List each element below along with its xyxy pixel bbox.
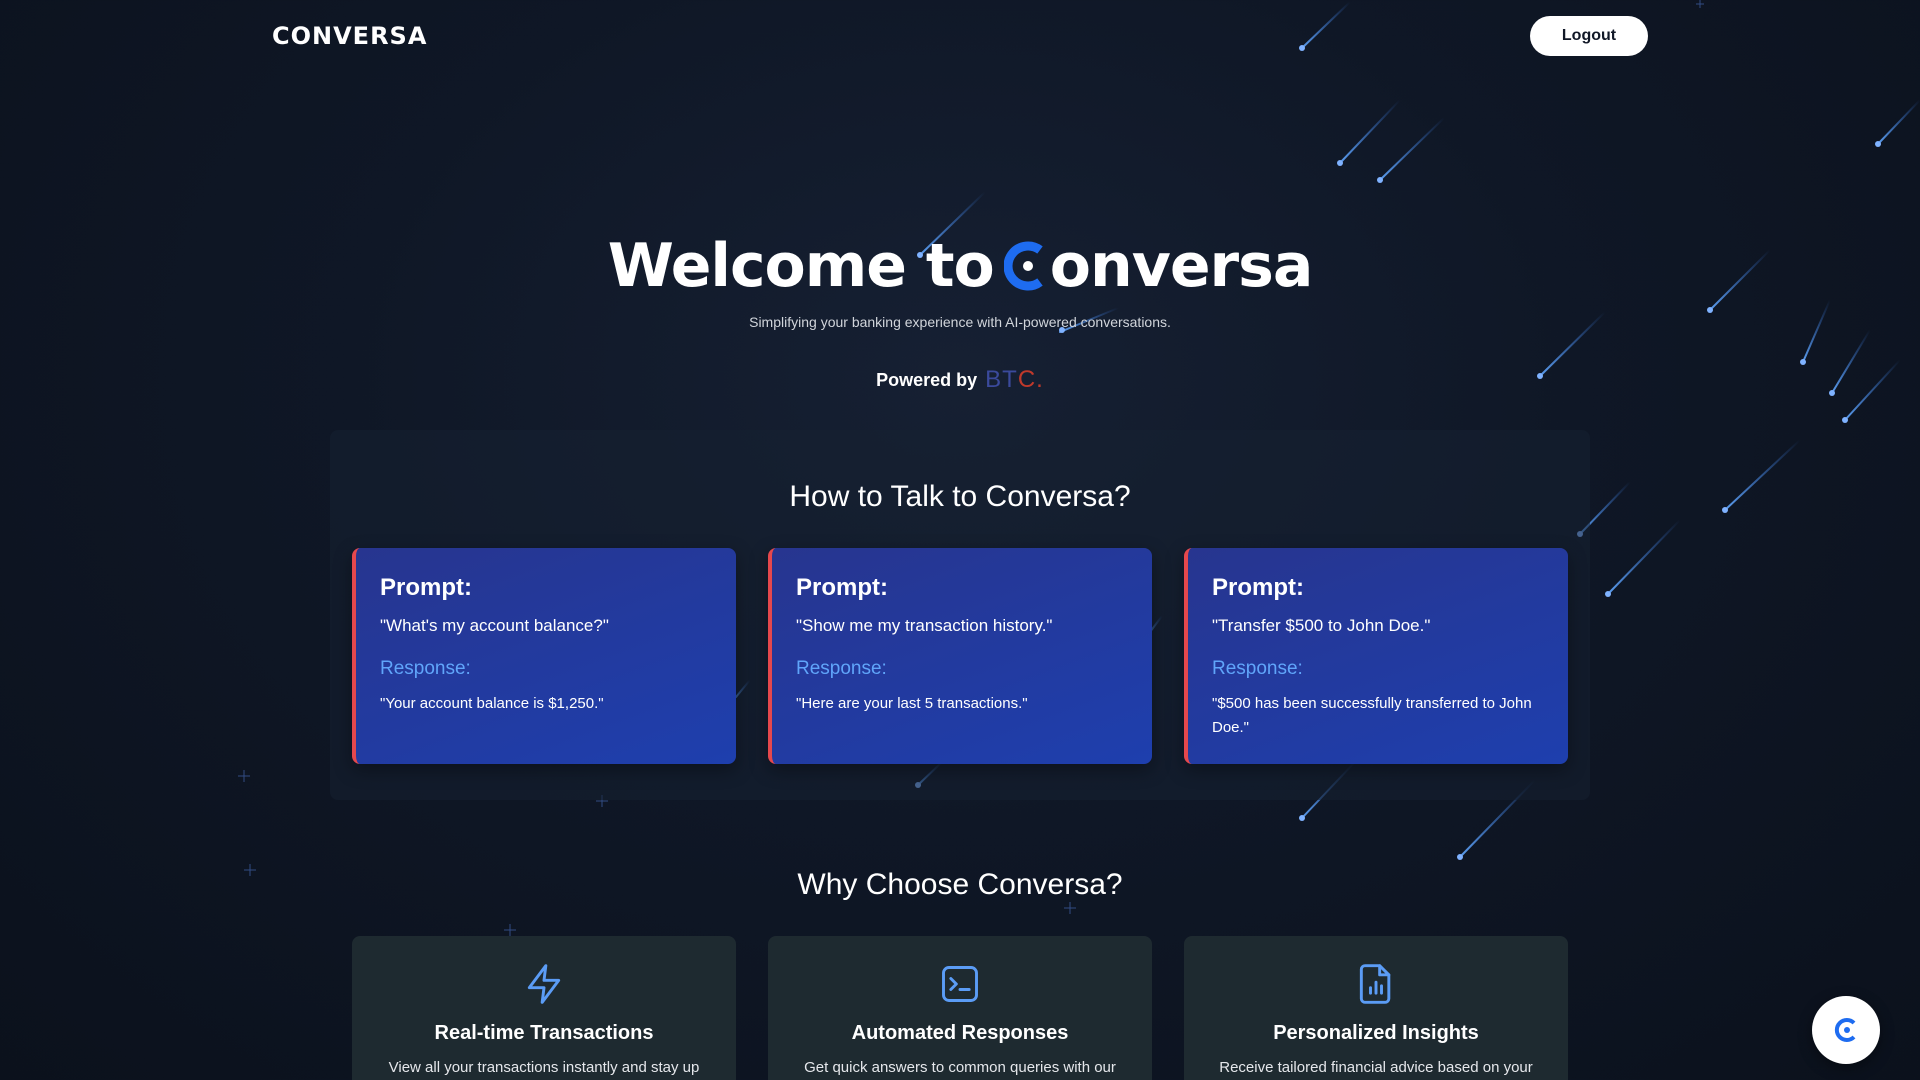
conversa-logo-icon	[1834, 1018, 1856, 1042]
hero-section: Welcome to onversa Simplifying your bank…	[0, 228, 1920, 394]
hero-title-part1: Welcome to	[607, 231, 995, 301]
btc-partner-logo: BTC.	[985, 366, 1044, 393]
prompt-text: "Show me my transaction history."	[796, 616, 1053, 635]
hero-subtitle: Simplifying your banking experience with…	[749, 314, 1171, 330]
terminal-icon	[942, 966, 978, 1002]
feature-description: Receive tailored financial advice based …	[1219, 1059, 1533, 1076]
feature-title: Personalized Insights	[1273, 1022, 1479, 1044]
prompt-label: Prompt:	[1212, 574, 1304, 601]
brand-logo[interactable]: CONVERSA	[272, 22, 427, 50]
hero-title-part2: onversa	[1049, 231, 1314, 301]
chat-widget-button[interactable]	[1812, 996, 1880, 1064]
response-text: "Your account balance is $1,250."	[380, 695, 604, 712]
prompt-label: Prompt:	[380, 574, 472, 601]
prompt-text: "Transfer $500 to John Doe."	[1212, 616, 1431, 635]
prompt-card: Prompt: "Transfer $500 to John Doe." Res…	[1184, 548, 1568, 764]
prompt-card: Prompt: "What's my account balance?" Res…	[352, 548, 736, 764]
powered-by-label: Powered by	[876, 369, 978, 390]
prompt-label: Prompt:	[796, 574, 888, 601]
report-icon	[1359, 964, 1391, 1004]
feature-description: Get quick answers to common queries with…	[804, 1059, 1116, 1076]
feature-description: View all your transactions instantly and…	[388, 1059, 700, 1076]
lightning-icon	[527, 964, 561, 1004]
feature-card: Real-time Transactions View all your tra…	[352, 936, 736, 1080]
response-label: Response:	[380, 658, 471, 679]
feature-card: Automated Responses Get quick answers to…	[768, 936, 1152, 1080]
feature-card: Personalized Insights Receive tailored f…	[1184, 936, 1568, 1080]
response-label: Response:	[796, 658, 887, 679]
feature-title: Real-time Transactions	[434, 1022, 654, 1044]
logout-button[interactable]: Logout	[1530, 16, 1648, 56]
response-text: "$500 has been successfully transferred …	[1212, 695, 1532, 736]
response-label: Response:	[1212, 658, 1303, 679]
prompt-text: "What's my account balance?"	[380, 616, 609, 635]
top-nav: CONVERSA Logout	[0, 0, 1920, 72]
prompt-card: Prompt: "Show me my transaction history.…	[768, 548, 1152, 764]
response-text: "Here are your last 5 transactions."	[796, 695, 1028, 712]
hero-title: Welcome to onversa	[607, 228, 1314, 304]
prompts-section-title: How to Talk to Conversa?	[789, 480, 1131, 513]
powered-by: Powered by BTC.	[876, 366, 1044, 394]
feature-title: Automated Responses	[851, 1022, 1069, 1044]
features-section-title: Why Choose Conversa?	[797, 868, 1123, 901]
conversa-c-logo-icon	[1003, 241, 1043, 291]
